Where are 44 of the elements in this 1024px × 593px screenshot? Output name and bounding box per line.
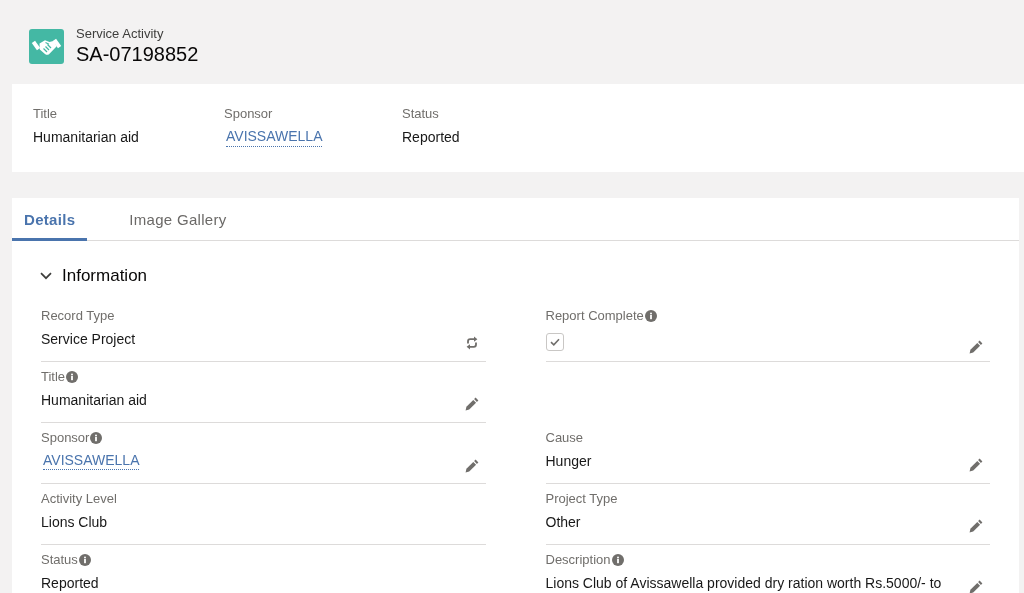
pencil-icon[interactable] xyxy=(969,340,983,354)
pencil-icon[interactable] xyxy=(969,519,983,533)
field-value: Service Project xyxy=(41,330,136,347)
record-title: SA-07198852 xyxy=(76,42,199,66)
chevron-icon xyxy=(40,272,52,280)
record-link[interactable]: AVISSAWELLA xyxy=(43,451,140,470)
tab[interactable]: Details xyxy=(12,198,88,241)
info-icon[interactable] xyxy=(644,310,657,322)
field-label: Description xyxy=(545,551,611,569)
record-link[interactable]: AVISSAWELLA xyxy=(226,127,323,147)
check-icon xyxy=(549,338,560,346)
field-label: Sponsor xyxy=(224,105,274,123)
field-label: Report Complete xyxy=(545,307,644,325)
field-value: Humanitarian aid xyxy=(41,391,147,408)
field-value: Humanitarian aid xyxy=(33,128,139,147)
checkbox[interactable] xyxy=(545,333,564,351)
field-label: Status xyxy=(402,105,440,123)
handshake-icon xyxy=(29,28,64,64)
field-label: Sponsor xyxy=(41,429,90,447)
swap-icon[interactable] xyxy=(464,336,479,350)
field-label: Cause xyxy=(545,429,584,447)
info-icon[interactable] xyxy=(90,432,103,444)
field-value: Reported xyxy=(41,574,99,591)
pencil-icon[interactable] xyxy=(464,397,479,411)
info-icon[interactable] xyxy=(66,371,79,383)
field-value: Lions Club of Avissawella provided dry ration worth Rs.5000/- to xyxy=(545,574,942,591)
field-label: Title xyxy=(33,105,59,123)
info-icon[interactable] xyxy=(611,554,624,566)
info-icon[interactable] xyxy=(78,554,91,566)
field-label: Activity Level xyxy=(41,490,117,508)
pencil-icon[interactable] xyxy=(969,458,983,472)
field-label: Project Type xyxy=(545,490,618,508)
field-value: Other xyxy=(545,513,581,530)
field-label: Status xyxy=(41,551,78,569)
field-label: Title xyxy=(41,368,66,386)
pencil-icon[interactable] xyxy=(969,580,983,593)
field-value: Reported xyxy=(402,128,460,147)
section-toggle[interactable]: Information xyxy=(40,264,148,288)
field-value: Lions Club xyxy=(41,513,108,530)
field-value: Hunger xyxy=(545,452,592,469)
pencil-icon[interactable] xyxy=(464,459,479,473)
object-type-label: Service Activity xyxy=(76,26,165,42)
tab[interactable]: Image Gallery xyxy=(117,198,239,241)
field-label: Record Type xyxy=(41,307,115,325)
